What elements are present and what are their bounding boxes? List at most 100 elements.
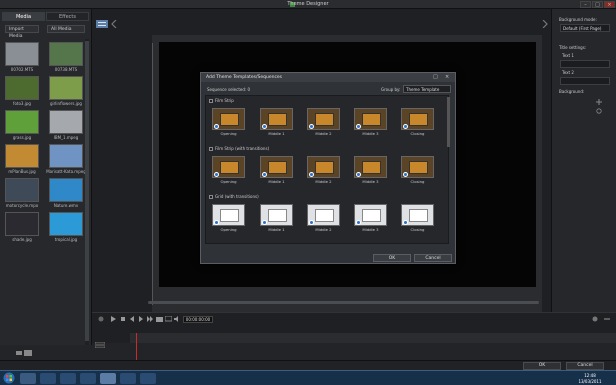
minimize-button[interactable]: –	[580, 1, 591, 8]
template-thumbnail[interactable]	[212, 204, 245, 226]
media-filter-select[interactable]: All Media	[47, 25, 85, 33]
next-frame-icon[interactable]	[138, 316, 144, 322]
cancel-button[interactable]: Cancel	[566, 362, 604, 370]
app-icon-2[interactable]	[120, 373, 136, 384]
media-thumbnail[interactable]	[5, 110, 39, 134]
timeline-ruler[interactable]	[130, 333, 616, 343]
scrollbar-thumb[interactable]	[85, 41, 89, 341]
tab-media[interactable]: Media	[2, 12, 45, 21]
previous-frame-icon[interactable]	[129, 316, 135, 322]
playhead[interactable]	[136, 333, 137, 361]
windows-start-icon[interactable]	[3, 372, 15, 384]
template-label: Closing	[410, 227, 425, 232]
import-media-button[interactable]: Import Media	[5, 25, 39, 39]
template-group-header[interactable]: Film Strip (with transitions)	[209, 146, 269, 152]
media-thumbnail[interactable]	[5, 42, 39, 66]
dialog-close-icon[interactable]: ×	[445, 74, 453, 81]
timeline-track[interactable]	[92, 343, 616, 361]
template-preview-frame	[362, 161, 381, 174]
chrome-icon[interactable]	[80, 373, 96, 384]
media-thumbnail[interactable]	[49, 76, 83, 100]
background-mode-select[interactable]: Default (First Page)	[560, 24, 610, 32]
template-preview-frame	[220, 113, 239, 126]
window-title: Theme Designer	[287, 1, 329, 7]
template-thumbnail[interactable]	[401, 204, 434, 226]
snapshot-icon[interactable]	[156, 316, 163, 322]
template-group-header[interactable]: Film Strip	[209, 98, 234, 104]
play-icon[interactable]	[110, 316, 116, 322]
template-badge-icon	[262, 220, 267, 225]
template-thumbnail[interactable]	[354, 156, 387, 178]
template-label: Middle 1	[268, 227, 285, 232]
ok-button[interactable]: OK	[523, 362, 561, 370]
stop-icon[interactable]	[98, 316, 104, 322]
app-icon-3[interactable]	[140, 373, 156, 384]
zoom-out-icon[interactable]	[604, 316, 610, 322]
next-icon[interactable]	[542, 20, 548, 28]
media-thumbnail-label: motorcycle.mpo	[5, 203, 39, 208]
close-button[interactable]: ×	[604, 1, 615, 8]
timecode-display[interactable]: 00:00:00:00	[183, 316, 213, 323]
folder-icon[interactable]	[20, 373, 36, 384]
volume-icon[interactable]	[174, 316, 180, 322]
template-thumbnail[interactable]	[260, 108, 293, 130]
group-checkbox[interactable]	[209, 147, 213, 151]
template-thumbnail[interactable]	[260, 204, 293, 226]
theme-designer-taskbar-icon[interactable]	[100, 373, 116, 384]
media-player-icon[interactable]	[40, 373, 56, 384]
template-thumbnail[interactable]	[354, 108, 387, 130]
template-preview-frame	[268, 161, 287, 174]
view-size-icon[interactable]	[16, 350, 34, 356]
add-icon[interactable]	[596, 99, 602, 105]
dialog-cancel-button[interactable]: Cancel	[414, 254, 452, 262]
template-list-scrollbar[interactable]	[447, 97, 450, 147]
template-label: Middle 3	[362, 179, 379, 184]
text2-input[interactable]	[560, 77, 610, 85]
media-thumbnail[interactable]	[49, 212, 83, 236]
media-thumbnail[interactable]	[5, 178, 39, 202]
media-thumbnail[interactable]	[5, 212, 39, 236]
template-label: Middle 2	[315, 131, 332, 136]
template-preview-frame	[268, 209, 287, 222]
library-scrollbar[interactable]	[85, 39, 89, 345]
group-checkbox[interactable]	[209, 99, 213, 103]
selection-count: Sequence selected: 0	[207, 87, 251, 92]
template-thumbnail[interactable]	[401, 108, 434, 130]
media-thumbnail[interactable]	[49, 110, 83, 134]
text1-input[interactable]	[560, 60, 610, 68]
zoom-icon[interactable]	[592, 316, 598, 322]
template-thumbnail[interactable]	[307, 204, 340, 226]
template-thumbnail[interactable]	[401, 156, 434, 178]
template-thumbnail[interactable]	[307, 156, 340, 178]
media-thumbnail[interactable]	[5, 144, 39, 168]
template-thumbnail[interactable]	[260, 156, 293, 178]
storyboard-icon[interactable]	[96, 20, 108, 28]
template-badge-icon	[356, 220, 361, 225]
template-preview-frame	[409, 161, 428, 174]
media-thumbnail[interactable]	[5, 76, 39, 100]
dialog-ok-button[interactable]: OK	[373, 254, 411, 262]
previous-icon[interactable]	[111, 20, 117, 28]
display-icon[interactable]	[165, 316, 172, 322]
internet-explorer-icon[interactable]	[60, 373, 76, 384]
tab-effects[interactable]: Effects	[46, 12, 89, 21]
maximize-button[interactable]: □	[592, 1, 603, 8]
template-thumbnail[interactable]	[307, 108, 340, 130]
refresh-icon[interactable]	[596, 108, 602, 114]
group-by-select[interactable]: Theme Template	[403, 85, 451, 93]
group-checkbox[interactable]	[209, 195, 213, 199]
group-name: Film Strip (with transitions)	[215, 146, 270, 151]
media-thumbnail[interactable]	[49, 42, 83, 66]
template-thumbnail[interactable]	[212, 156, 245, 178]
template-badge-icon	[403, 220, 408, 225]
dialog-maximize-icon[interactable]: □	[433, 74, 441, 81]
media-thumbnail[interactable]	[49, 178, 83, 202]
template-thumbnail[interactable]	[354, 204, 387, 226]
template-thumbnail[interactable]	[212, 108, 245, 130]
dialog-title: Add Theme Templates/Sequences	[201, 73, 455, 82]
stop-square-icon[interactable]	[120, 316, 126, 322]
fast-forward-icon[interactable]	[147, 316, 153, 322]
preview-scrollbar[interactable]	[148, 301, 539, 304]
template-group-header[interactable]: Grid (with transitions)	[209, 194, 259, 200]
media-thumbnail[interactable]	[49, 144, 83, 168]
